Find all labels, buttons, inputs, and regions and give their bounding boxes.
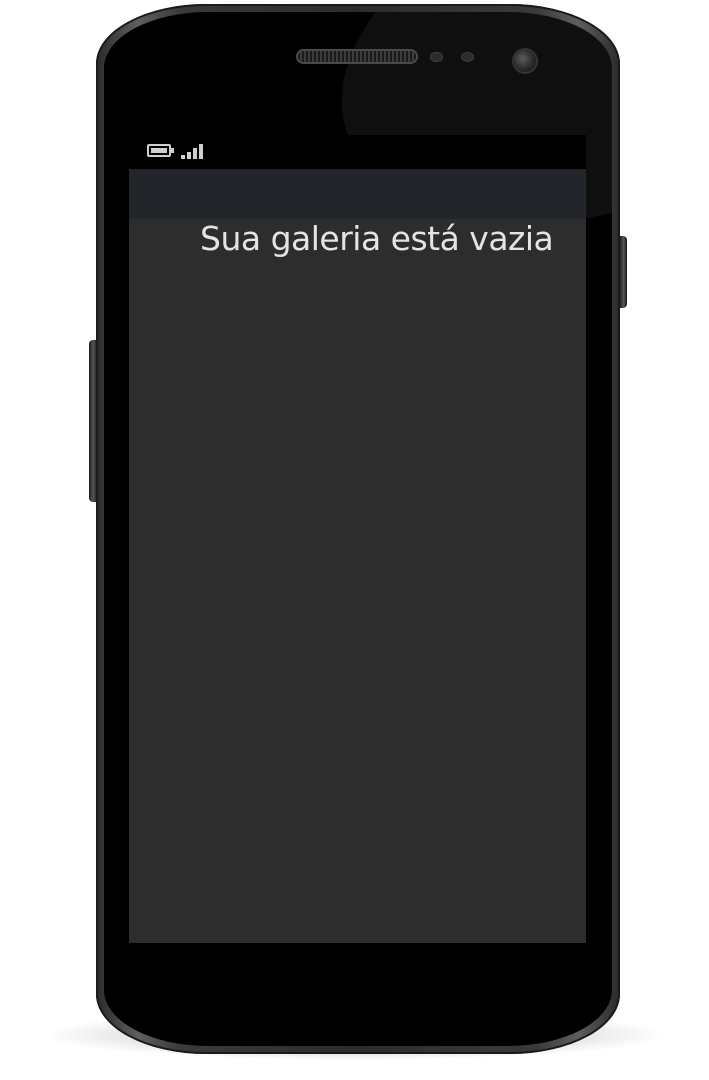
power-button — [620, 236, 627, 308]
status-bar — [129, 135, 586, 169]
front-camera-icon — [514, 50, 536, 72]
action-bar — [129, 169, 586, 219]
proximity-sensor-icon — [431, 53, 442, 61]
speaker-grille-icon — [298, 51, 416, 62]
device-mockup: Sua galeria está vazia — [0, 0, 709, 1080]
signal-strength-icon — [181, 143, 205, 159]
battery-icon — [147, 144, 174, 157]
gallery-empty-message: Sua galeria está vazia — [129, 220, 586, 258]
gallery-empty-text: Sua galeria está vazia — [200, 219, 554, 258]
light-sensor-icon — [462, 53, 473, 61]
app-screen: Sua galeria está vazia — [129, 135, 586, 943]
